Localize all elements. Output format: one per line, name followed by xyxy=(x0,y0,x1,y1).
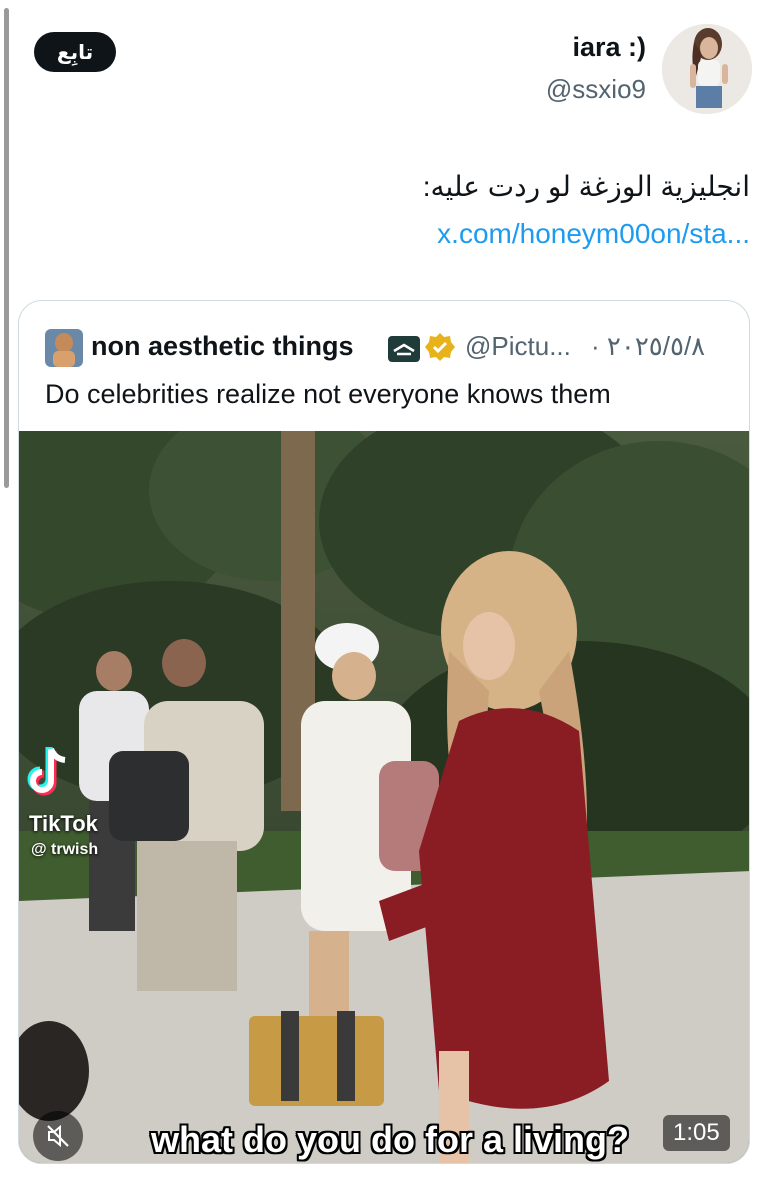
quoted-handle[interactable]: @Pictu... xyxy=(465,331,571,362)
video-frame xyxy=(19,431,749,1163)
affiliate-label-icon xyxy=(387,335,421,363)
quoted-avatar-image xyxy=(45,329,83,367)
avatar[interactable] xyxy=(662,24,752,114)
quoted-text: Do celebrities realize not everyone know… xyxy=(45,379,611,409)
quoted-avatar[interactable] xyxy=(45,329,83,367)
quoted-date[interactable]: ٢٠٢٥/٥/٨ · xyxy=(591,331,705,362)
tweet-text: انجليزية الوزغة لو ردت عليه: xyxy=(422,171,750,202)
tiktok-username: @ trwish xyxy=(31,841,99,858)
display-name[interactable]: iara :) xyxy=(572,32,646,63)
tweet-link[interactable]: x.com/honeym00on/sta... xyxy=(437,218,750,250)
scroll-indicator[interactable] xyxy=(4,8,9,488)
quoted-tweet[interactable]: non aesthetic things @Pictu... ٢٠٢٥/٥/٨ … xyxy=(18,300,750,1164)
video-duration: 1:05 xyxy=(663,1115,730,1151)
video-player[interactable]: TikTok @ trwish what do you do for a liv… xyxy=(19,431,749,1163)
speaker-muted-icon xyxy=(47,1124,69,1148)
follow-button[interactable]: تابِع xyxy=(34,32,116,72)
avatar-image xyxy=(662,24,752,114)
user-handle[interactable]: @ssxio9 xyxy=(546,74,646,105)
video-subtitle: what do you do for a living? xyxy=(151,1119,629,1160)
quoted-display-name[interactable]: non aesthetic things xyxy=(91,331,354,362)
tiktok-logo-icon xyxy=(25,743,73,799)
mute-button[interactable] xyxy=(33,1111,83,1161)
tiktok-brand: TikTok xyxy=(29,811,98,836)
verified-badge-icon xyxy=(425,332,455,362)
